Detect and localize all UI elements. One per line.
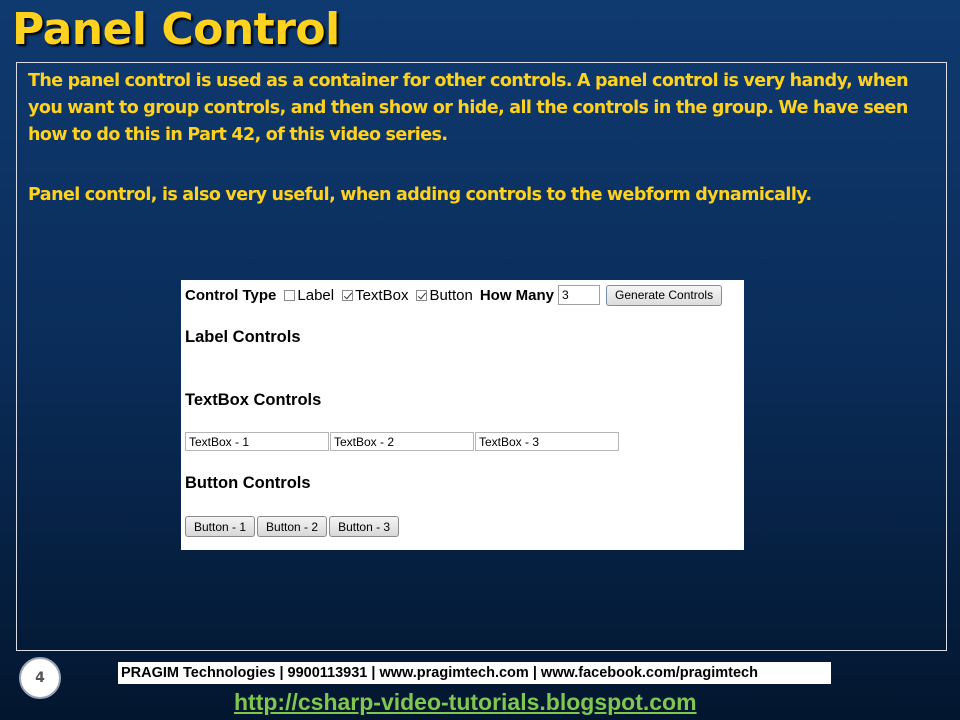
page-number-badge: 4 bbox=[19, 657, 61, 699]
intro-paragraph: The panel control is used as a container… bbox=[28, 71, 909, 145]
footer-contact-bar: PRAGIM Technologies | 9900113931 | www.p… bbox=[118, 662, 831, 684]
how-many-label: How Many bbox=[479, 286, 555, 304]
button-3[interactable]: Button - 3 bbox=[329, 516, 400, 537]
control-type-label: Control Type bbox=[185, 286, 277, 304]
control-options-row: Control Type Label TextBox Button How Ma… bbox=[185, 284, 723, 306]
textbox-checkbox[interactable] bbox=[342, 289, 354, 301]
button-checkbox[interactable] bbox=[416, 289, 428, 301]
textbox-row bbox=[185, 432, 620, 451]
textbox-2[interactable] bbox=[330, 432, 474, 451]
how-many-input[interactable] bbox=[558, 285, 601, 305]
button-controls-title: Button Controls bbox=[185, 474, 311, 492]
slide-title: Panel Control bbox=[12, 4, 340, 55]
button-2[interactable]: Button - 2 bbox=[257, 516, 328, 537]
button-checkbox-text: Button bbox=[429, 286, 473, 304]
textbox-3[interactable] bbox=[475, 432, 619, 451]
label-checkbox-text: Label bbox=[297, 286, 335, 304]
label-checkbox[interactable] bbox=[284, 289, 296, 301]
webform-screenshot: Control Type Label TextBox Button How Ma… bbox=[181, 280, 744, 550]
blog-link[interactable]: http://csharp-video-tutorials.blogspot.c… bbox=[234, 689, 697, 716]
textbox-checkbox-text: TextBox bbox=[355, 286, 409, 304]
textbox-controls-title: TextBox Controls bbox=[185, 391, 322, 409]
generate-controls-button[interactable]: Generate Controls bbox=[606, 284, 723, 306]
textbox-1[interactable] bbox=[185, 432, 329, 451]
dynamic-paragraph: Panel control, is also very useful, when… bbox=[28, 185, 812, 205]
label-controls-title: Label Controls bbox=[185, 328, 301, 346]
button-1[interactable]: Button - 1 bbox=[185, 516, 256, 537]
button-row: Button - 1 Button - 2 Button - 3 bbox=[185, 516, 401, 537]
